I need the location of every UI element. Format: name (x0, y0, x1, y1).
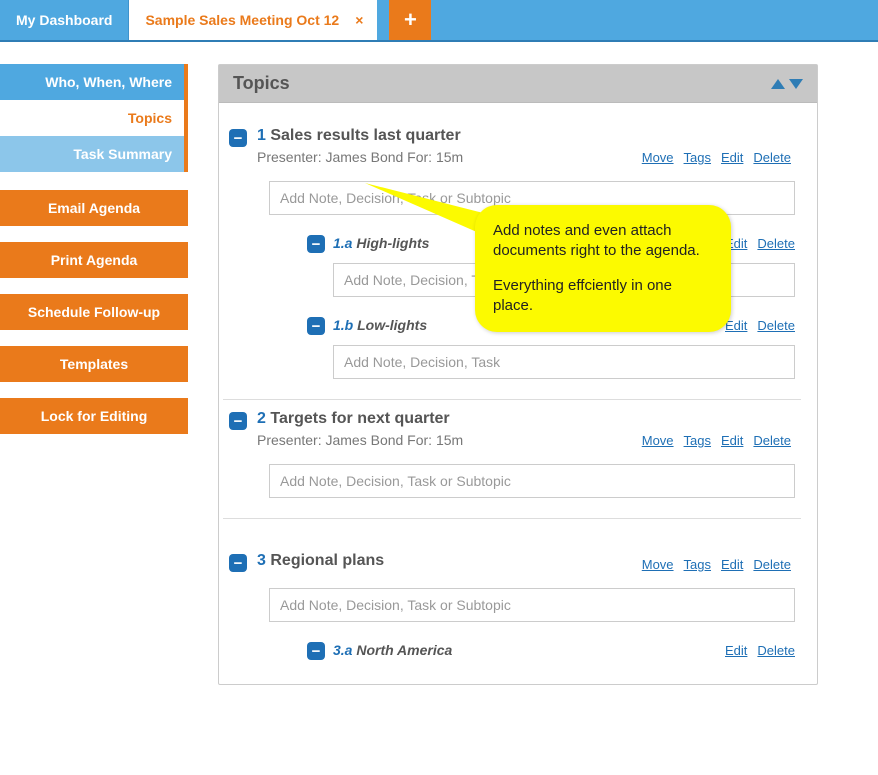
tab-bar: My Dashboard Sample Sales Meeting Oct 12… (0, 0, 878, 42)
button-label: Print Agenda (51, 252, 138, 268)
edit-link[interactable]: Edit (721, 150, 743, 165)
panel-header: Topics (219, 65, 817, 103)
subtopic-name: High-lights (356, 235, 429, 251)
topics-panel: Topics − 1 Sales res (218, 64, 818, 685)
sidebar-nav: Who, When, Where Topics Task Summary (0, 64, 188, 172)
tags-link[interactable]: Tags (684, 557, 711, 572)
sidebar-item-topics[interactable]: Topics (0, 100, 184, 136)
subtopic-item: − 3.a North America Edit Delete (307, 640, 795, 660)
sidebar-item-task-summary[interactable]: Task Summary (0, 136, 184, 172)
plus-icon: + (404, 7, 417, 33)
edit-link[interactable]: Edit (725, 236, 747, 251)
delete-link[interactable]: Delete (757, 643, 795, 658)
topic-number: 1 (257, 127, 266, 144)
tab-meeting-label: Sample Sales Meeting Oct 12 (145, 12, 339, 28)
topic-item: − 1 Sales results last quarter Presenter… (223, 117, 801, 400)
collapse-icon[interactable]: − (307, 317, 325, 335)
sidebar: Who, When, Where Topics Task Summary Ema… (0, 64, 188, 685)
collapse-icon[interactable]: − (307, 642, 325, 660)
subtopic-actions: Edit Delete (725, 643, 795, 658)
subtopic-number: 1.b (333, 317, 353, 333)
button-label: Schedule Follow-up (28, 304, 160, 320)
tags-link[interactable]: Tags (684, 150, 711, 165)
button-label: Lock for Editing (41, 408, 148, 424)
panel-sort-arrows (771, 79, 803, 89)
sidebar-item-label: Topics (128, 110, 172, 126)
add-note-input[interactable] (333, 345, 795, 379)
move-link[interactable]: Move (642, 557, 674, 572)
topic-actions: Move Tags Edit Delete (642, 433, 791, 448)
button-label: Email Agenda (48, 200, 140, 216)
topic-item: − 2 Targets for next quarter Presenter: … (223, 400, 801, 519)
close-icon[interactable]: × (351, 12, 367, 28)
topic-item: − 3 Regional plans Move Tags Edi (223, 519, 801, 680)
edit-link[interactable]: Edit (725, 318, 747, 333)
edit-link[interactable]: Edit (721, 433, 743, 448)
subtopic-title: 1.a High-lights (333, 235, 429, 251)
subtopic-item: − 1.a High-lights Edit Delete (307, 233, 795, 297)
topic-actions: Move Tags Edit Delete (642, 150, 791, 165)
panel-title: Topics (233, 73, 290, 94)
topic-title: 3 Regional plans (257, 552, 384, 570)
subtopic-number: 1.a (333, 235, 352, 251)
add-note-input[interactable] (269, 464, 795, 498)
topic-name: Regional plans (270, 552, 384, 569)
tab-dashboard[interactable]: My Dashboard (0, 0, 129, 40)
print-agenda-button[interactable]: Print Agenda (0, 242, 188, 278)
delete-link[interactable]: Delete (753, 150, 791, 165)
topic-title: 2 Targets for next quarter (257, 410, 463, 428)
add-note-input[interactable] (269, 588, 795, 622)
collapse-icon[interactable]: − (229, 412, 247, 430)
topic-number: 3 (257, 552, 266, 569)
delete-link[interactable]: Delete (753, 433, 791, 448)
edit-link[interactable]: Edit (721, 557, 743, 572)
topic-number: 2 (257, 410, 266, 427)
lock-for-editing-button[interactable]: Lock for Editing (0, 398, 188, 434)
sort-down-icon[interactable] (789, 79, 803, 89)
topic-name: Sales results last quarter (270, 127, 460, 144)
subtopic-actions: Edit Delete (725, 318, 795, 333)
delete-link[interactable]: Delete (753, 557, 791, 572)
collapse-icon[interactable]: − (229, 129, 247, 147)
tags-link[interactable]: Tags (684, 433, 711, 448)
email-agenda-button[interactable]: Email Agenda (0, 190, 188, 226)
subtopic-actions: Edit Delete (725, 236, 795, 251)
collapse-icon[interactable]: − (307, 235, 325, 253)
topic-presenter: Presenter: James Bond For: 15m (257, 432, 463, 448)
schedule-followup-button[interactable]: Schedule Follow-up (0, 294, 188, 330)
subtopic-name: North America (356, 642, 452, 658)
edit-link[interactable]: Edit (725, 643, 747, 658)
add-note-input[interactable] (333, 263, 795, 297)
subtopic-number: 3.a (333, 642, 352, 658)
button-label: Templates (60, 356, 128, 372)
delete-link[interactable]: Delete (757, 318, 795, 333)
subtopic-title: 1.b Low-lights (333, 317, 427, 333)
collapse-icon[interactable]: − (229, 554, 247, 572)
topic-title: 1 Sales results last quarter (257, 127, 463, 145)
tab-dashboard-label: My Dashboard (16, 12, 112, 28)
topic-actions: Move Tags Edit Delete (642, 557, 791, 572)
sidebar-item-label: Task Summary (73, 146, 172, 162)
subtopic-name: Low-lights (357, 317, 427, 333)
sidebar-item-label: Who, When, Where (45, 74, 172, 90)
subtopic-item: − 1.b Low-lights Edit Delete (307, 315, 795, 379)
sort-up-icon[interactable] (771, 79, 785, 89)
move-link[interactable]: Move (642, 150, 674, 165)
tab-meeting[interactable]: Sample Sales Meeting Oct 12 × (129, 0, 377, 40)
templates-button[interactable]: Templates (0, 346, 188, 382)
add-note-input[interactable] (269, 181, 795, 215)
sidebar-item-who[interactable]: Who, When, Where (0, 64, 184, 100)
delete-link[interactable]: Delete (757, 236, 795, 251)
subtopic-title: 3.a North America (333, 642, 452, 658)
topic-name: Targets for next quarter (270, 410, 449, 427)
move-link[interactable]: Move (642, 433, 674, 448)
topic-presenter: Presenter: James Bond For: 15m (257, 149, 463, 165)
add-tab-button[interactable]: + (389, 0, 431, 40)
